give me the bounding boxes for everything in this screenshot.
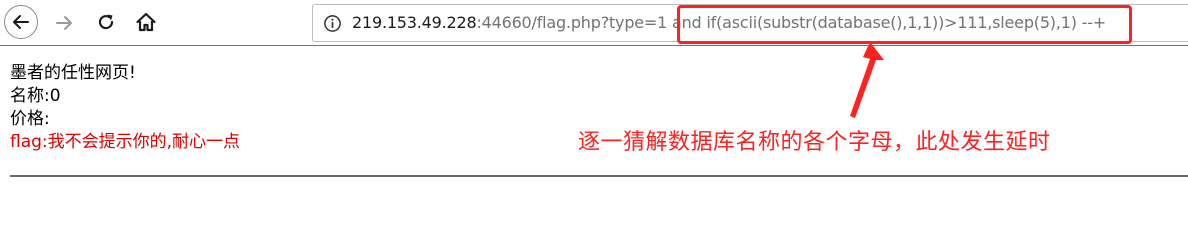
annotation-arrow-icon xyxy=(850,42,884,118)
payload-highlight-box xyxy=(677,5,1132,44)
back-button[interactable] xyxy=(4,5,38,39)
page-content: 墨者的任性网页! 名称:0 价格: flag:我不会提示你的,耐心一点 xyxy=(10,62,240,154)
arrow-right-icon xyxy=(56,16,72,30)
flag-label: flag xyxy=(10,132,42,152)
home-button[interactable] xyxy=(132,8,160,36)
home-icon xyxy=(136,12,156,32)
browser-toolbar: 219.153.49.228:44660/flag.php?type=1 and… xyxy=(0,0,1188,46)
reload-button[interactable] xyxy=(92,8,120,36)
reload-icon xyxy=(98,14,114,30)
arrow-left-icon xyxy=(13,15,29,29)
horizontal-rule xyxy=(10,175,1188,177)
flag-line: flag:我不会提示你的,耐心一点 xyxy=(10,131,240,154)
url-host: 219.153.49.228 xyxy=(352,13,477,32)
toolbar-divider xyxy=(0,45,1188,46)
name-line: 名称:0 xyxy=(10,86,61,106)
info-icon[interactable] xyxy=(323,14,342,33)
annotation-text: 逐一猜解数据库名称的各个字母，此处发生延时 xyxy=(578,130,1051,155)
price-line: 价格: xyxy=(10,109,50,129)
forward-button[interactable] xyxy=(50,9,78,37)
flag-text: :我不会提示你的,耐心一点 xyxy=(41,132,241,152)
page-heading: 墨者的任性网页! xyxy=(10,63,136,83)
